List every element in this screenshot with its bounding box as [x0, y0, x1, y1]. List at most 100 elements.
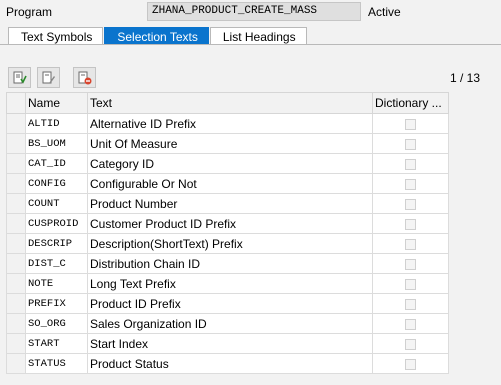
table-row[interactable]: CONFIG Configurable Or Not [6, 173, 449, 194]
dictionary-checkbox[interactable] [405, 198, 416, 210]
dictionary-checkbox[interactable] [405, 358, 416, 370]
row-selector[interactable] [6, 353, 26, 374]
row-selector[interactable] [6, 153, 26, 174]
table-row[interactable]: START Start Index [6, 333, 449, 354]
column-header-name[interactable]: Name [25, 92, 88, 114]
cell-text-input[interactable]: Sales Organization ID [87, 313, 373, 334]
cell-text-input[interactable]: Start Index [87, 333, 373, 354]
row-selector[interactable] [6, 273, 26, 294]
row-selector[interactable] [6, 173, 26, 194]
column-header-dictionary[interactable]: Dictionary ... [372, 92, 449, 114]
cell-name: SO_ORG [25, 313, 88, 334]
dictionary-checkbox[interactable] [405, 338, 416, 350]
delete-icon [78, 71, 92, 85]
dictionary-checkbox[interactable] [405, 318, 416, 330]
cell-text-input[interactable]: Alternative ID Prefix [87, 113, 373, 134]
cell-text-input[interactable]: Unit Of Measure [87, 133, 373, 154]
dictionary-checkbox[interactable] [405, 158, 416, 170]
row-selector[interactable] [6, 333, 26, 354]
tab-list-headings[interactable]: List Headings [209, 27, 307, 44]
program-label: Program [6, 5, 53, 19]
tab-selection-texts[interactable]: Selection Texts [104, 27, 209, 44]
cell-dictionary [372, 253, 449, 274]
table-row[interactable]: COUNT Product Number [6, 193, 449, 214]
row-selector[interactable] [6, 233, 26, 254]
cell-dictionary [372, 153, 449, 174]
row-selector-header[interactable] [6, 92, 26, 114]
row-selector[interactable] [6, 113, 26, 134]
check-icon [13, 71, 27, 84]
program-name-field[interactable]: ZHANA_PRODUCT_CREATE_MASS [147, 2, 361, 21]
row-selector[interactable] [6, 133, 26, 154]
table-row[interactable]: CUSPROID Customer Product ID Prefix [6, 213, 449, 234]
dictionary-checkbox[interactable] [405, 118, 416, 130]
focus-corner [89, 115, 94, 120]
dictionary-checkbox[interactable] [405, 238, 416, 250]
row-selector[interactable] [6, 193, 26, 214]
dictionary-checkbox[interactable] [405, 258, 416, 270]
cell-name: STATUS [25, 353, 88, 374]
tab-text-symbols[interactable]: Text Symbols [8, 27, 104, 44]
table-row[interactable]: SO_ORG Sales Organization ID [6, 313, 449, 334]
cell-text-input[interactable]: Configurable Or Not [87, 173, 373, 194]
cell-name: ALTID [25, 113, 88, 134]
cell-name: COUNT [25, 193, 88, 214]
cell-name: BS_UOM [25, 133, 88, 154]
row-selector[interactable] [6, 253, 26, 274]
dictionary-checkbox[interactable] [405, 298, 416, 310]
cell-name: CONFIG [25, 173, 88, 194]
focus-corner [367, 128, 372, 133]
cell-text-input[interactable]: Distribution Chain ID [87, 253, 373, 274]
cell-text-input[interactable]: Customer Product ID Prefix [87, 213, 373, 234]
cell-name: DIST_C [25, 253, 88, 274]
selection-texts-panel: 1 / 13 Name Text Dictionary ... ALTID Alt… [0, 45, 501, 385]
tab-strip: Text Symbols Selection Texts List Headin… [8, 27, 308, 45]
row-selector[interactable] [6, 313, 26, 334]
table-row[interactable]: BS_UOM Unit Of Measure [6, 133, 449, 154]
cell-dictionary [372, 273, 449, 294]
row-selector[interactable] [6, 293, 26, 314]
focus-corner [367, 115, 372, 120]
dictionary-checkbox[interactable] [405, 278, 416, 290]
cell-dictionary [372, 173, 449, 194]
table-row[interactable]: STATUS Product Status [6, 353, 449, 374]
dictionary-checkbox[interactable] [405, 218, 416, 230]
delete-button[interactable] [73, 67, 96, 88]
table-row[interactable]: DIST_C Distribution Chain ID [6, 253, 449, 274]
cell-dictionary [372, 113, 449, 134]
cell-text-input[interactable]: Description(ShortText) Prefix [87, 233, 373, 254]
cell-dictionary [372, 293, 449, 314]
table-row[interactable]: CAT_ID Category ID [6, 153, 449, 174]
table-row[interactable]: DESCRIP Description(ShortText) Prefix [6, 233, 449, 254]
cell-dictionary [372, 233, 449, 254]
page-counter: 1 / 13 [450, 71, 481, 85]
cell-name: START [25, 333, 88, 354]
edit-button[interactable] [37, 67, 60, 88]
cell-text-input[interactable]: Product Number [87, 193, 373, 214]
cell-text-input[interactable]: Long Text Prefix [87, 273, 373, 294]
table-row[interactable]: PREFIX Product ID Prefix [6, 293, 449, 314]
table-row[interactable]: NOTE Long Text Prefix [6, 273, 449, 294]
cell-text-input[interactable]: Product ID Prefix [87, 293, 373, 314]
dictionary-checkbox[interactable] [405, 138, 416, 150]
column-header-text[interactable]: Text [87, 92, 373, 114]
cell-name: PREFIX [25, 293, 88, 314]
cell-dictionary [372, 333, 449, 354]
check-button[interactable] [8, 67, 31, 88]
program-header: Program ZHANA_PRODUCT_CREATE_MASS Active [0, 0, 501, 24]
table-row[interactable]: ALTID Alternative ID Prefix [6, 113, 449, 134]
cell-dictionary [372, 193, 449, 214]
table-body: ALTID Alternative ID Prefix BS_UOM Unit Of … [6, 113, 449, 374]
cell-dictionary [372, 133, 449, 154]
cell-name: CUSPROID [25, 213, 88, 234]
selection-texts-table: Name Text Dictionary ... ALTID Alternativ… [6, 92, 449, 374]
dictionary-checkbox[interactable] [405, 178, 416, 190]
cell-name: DESCRIP [25, 233, 88, 254]
cell-text-input[interactable]: Category ID [87, 153, 373, 174]
row-selector[interactable] [6, 213, 26, 234]
table-header-row: Name Text Dictionary ... [6, 92, 449, 114]
cell-dictionary [372, 213, 449, 234]
cell-name: CAT_ID [25, 153, 88, 174]
cell-text-input[interactable]: Product Status [87, 353, 373, 374]
cell-dictionary [372, 353, 449, 374]
